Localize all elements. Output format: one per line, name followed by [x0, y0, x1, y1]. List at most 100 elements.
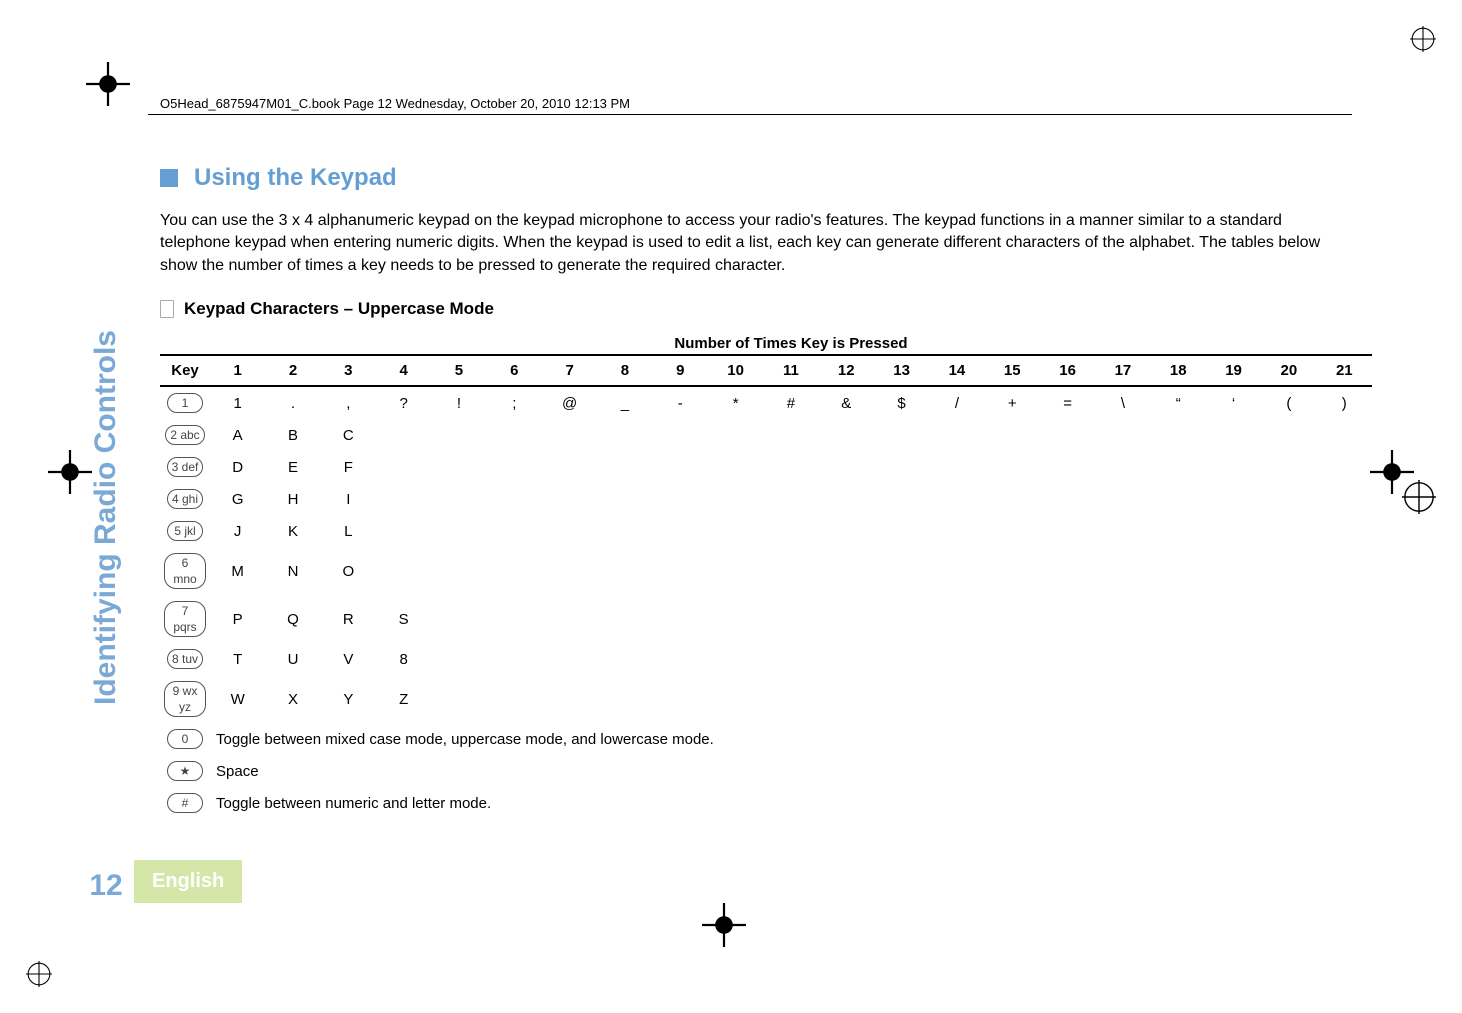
table-cell: #	[763, 386, 818, 419]
table-cell: 8	[376, 643, 431, 675]
table-cell: G	[210, 483, 265, 515]
table-cell: M	[210, 547, 265, 595]
table-cell: Z	[376, 675, 431, 723]
table-col-header: 1	[210, 355, 265, 386]
table-cell: B	[265, 419, 320, 451]
crosshair-icon	[1370, 450, 1414, 494]
table-row: 2 abc A B C	[160, 419, 1372, 451]
key-capsule: 8 tuv	[167, 649, 203, 669]
table-row: # Toggle between numeric and letter mode…	[160, 787, 1372, 819]
key-capsule: 3 def	[167, 457, 204, 477]
table-cell: Space	[210, 755, 1372, 787]
table-cell: L	[321, 515, 376, 547]
table-col-header: 9	[653, 355, 708, 386]
table-col-header: 20	[1261, 355, 1316, 386]
table-col-header: 10	[708, 355, 763, 386]
document-icon	[160, 300, 174, 318]
sidebar-section-label: Identifying Radio Controls	[89, 330, 123, 705]
table-col-header: 12	[819, 355, 874, 386]
table-col-header: 4	[376, 355, 431, 386]
table-cell: =	[1040, 386, 1095, 419]
table-row: 5 jkl J K L	[160, 515, 1372, 547]
table-cell: /	[929, 386, 984, 419]
page-content: Using the Keypad You can use the 3 x 4 a…	[160, 164, 1372, 819]
key-capsule: 5 jkl	[167, 521, 203, 541]
key-capsule: 7 pqrs	[164, 601, 206, 637]
table-cell: Q	[265, 595, 320, 643]
table-cell: ;	[487, 386, 542, 419]
table-cell: $	[874, 386, 929, 419]
sidebar: Identifying Radio Controls 12	[76, 330, 136, 933]
section-paragraph: You can use the 3 x 4 alphanumeric keypa…	[160, 210, 1350, 277]
table-cell: Toggle between mixed case mode, uppercas…	[210, 723, 1372, 755]
sidebar-page-number: 12	[89, 869, 122, 903]
table-cell: Toggle between numeric and letter mode.	[210, 787, 1372, 819]
key-capsule: 9 wx yz	[164, 681, 206, 717]
table-cell: @	[542, 386, 597, 419]
key-capsule: 1	[167, 393, 203, 413]
table-cell: N	[265, 547, 320, 595]
table-cell: .	[265, 386, 320, 419]
table-cell: W	[210, 675, 265, 723]
table-cell: S	[376, 595, 431, 643]
table-cell: J	[210, 515, 265, 547]
table-col-header: 19	[1206, 355, 1261, 386]
table-col-header: 18	[1151, 355, 1206, 386]
keypad-characters-table: Number of Times Key is Pressed Key 1 2 3…	[160, 333, 1372, 819]
table-cell: 1	[210, 386, 265, 419]
table-cell: I	[321, 483, 376, 515]
subheading: Keypad Characters – Uppercase Mode	[160, 299, 1372, 319]
table-col-header: 11	[763, 355, 818, 386]
table-key-header: Key	[160, 355, 210, 386]
table-cell: P	[210, 595, 265, 643]
table-row: 8 tuv T U V 8	[160, 643, 1372, 675]
table-cell: X	[265, 675, 320, 723]
page-top-rule	[148, 114, 1352, 115]
key-capsule: #	[167, 793, 203, 813]
table-col-header: 6	[487, 355, 542, 386]
table-cell: ,	[321, 386, 376, 419]
key-capsule: ★	[167, 761, 203, 781]
table-row: ★ Space	[160, 755, 1372, 787]
table-row: 7 pqrs P Q R S	[160, 595, 1372, 643]
page-header: O5Head_6875947M01_C.book Page 12 Wednesd…	[160, 96, 630, 111]
sidebar-language-badge: English	[134, 860, 242, 903]
table-cell: H	[265, 483, 320, 515]
table-col-header: 17	[1095, 355, 1150, 386]
table-col-header: 16	[1040, 355, 1095, 386]
table-row: 3 def D E F	[160, 451, 1372, 483]
table-cell: -	[653, 386, 708, 419]
section-square-icon	[160, 169, 178, 187]
table-row: 0 Toggle between mixed case mode, upperc…	[160, 723, 1372, 755]
table-cell: ?	[376, 386, 431, 419]
table-cell: )	[1317, 386, 1372, 419]
table-row: 9 wx yz W X Y Z	[160, 675, 1372, 723]
table-col-header: 8	[597, 355, 652, 386]
table-cell: Y	[321, 675, 376, 723]
table-col-header: 2	[265, 355, 320, 386]
table-cell: (	[1261, 386, 1316, 419]
section-title-text: Using the Keypad	[194, 164, 397, 192]
table-cell: *	[708, 386, 763, 419]
table-cell: R	[321, 595, 376, 643]
registration-mark-icon	[1410, 26, 1436, 52]
table-cell: ‘	[1206, 386, 1261, 419]
table-row: 4 ghi G H I	[160, 483, 1372, 515]
registration-mark-icon	[26, 961, 52, 987]
table-cell: F	[321, 451, 376, 483]
table-cell: V	[321, 643, 376, 675]
table-cell: &	[819, 386, 874, 419]
table-cell: !	[431, 386, 486, 419]
table-group-header: Number of Times Key is Pressed	[210, 333, 1372, 355]
table-cell: A	[210, 419, 265, 451]
key-capsule: 0	[167, 729, 203, 749]
subheading-text: Keypad Characters – Uppercase Mode	[184, 299, 494, 319]
table-col-header: 21	[1317, 355, 1372, 386]
table-cell: K	[265, 515, 320, 547]
table-cell: \	[1095, 386, 1150, 419]
key-capsule: 4 ghi	[167, 489, 203, 509]
table-col-header: 15	[985, 355, 1040, 386]
table-col-header: 14	[929, 355, 984, 386]
section-title: Using the Keypad	[160, 164, 1372, 192]
table-col-header: 7	[542, 355, 597, 386]
